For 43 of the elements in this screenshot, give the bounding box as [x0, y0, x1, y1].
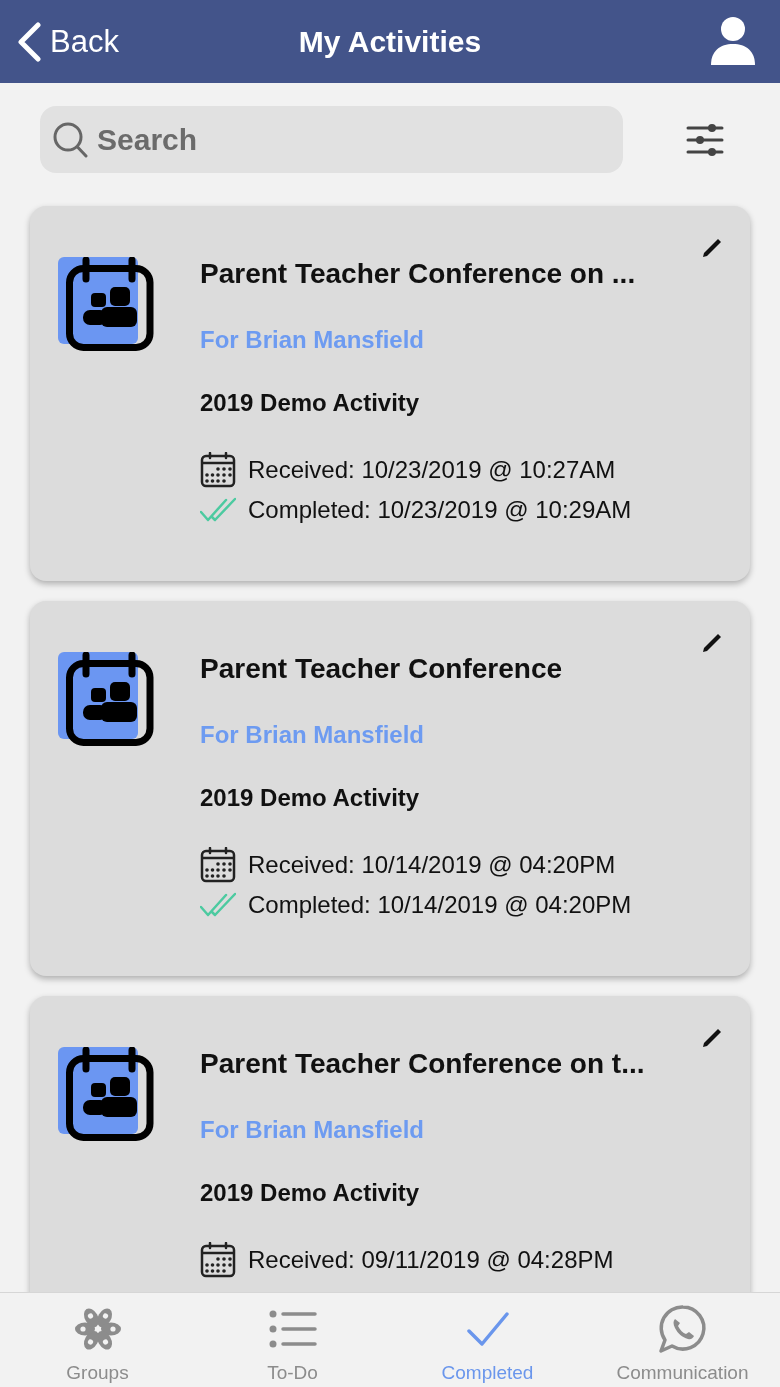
received-time: Received: 10/14/2019 @ 04:20PM: [248, 850, 616, 880]
activity-card[interactable]: Parent Teacher Conference on ... For Brian Mansfield 2019 Demo Activity Received: 10/23/2019 @ 10:27AM Completed: 10/23/2019 @ 10:29AM: [30, 206, 750, 581]
phone-bubble-icon: [657, 1304, 708, 1354]
received-time: Received: 09/11/2019 @ 04:28PM: [248, 1245, 614, 1275]
double-check-icon: [200, 497, 236, 523]
filter-button[interactable]: [686, 123, 724, 156]
calendar-icon: [200, 847, 236, 883]
list-icon: [268, 1309, 317, 1349]
edit-button[interactable]: [700, 236, 724, 260]
activity-name: 2019 Demo Activity: [200, 388, 420, 418]
recipient-name: For Brian Mansfield: [200, 325, 425, 355]
pencil-icon: [700, 236, 724, 260]
profile-button[interactable]: [710, 17, 756, 65]
received-time: Received: 10/23/2019 @ 10:27AM: [248, 455, 616, 485]
pencil-icon: [700, 631, 724, 655]
screen-title: My Activities: [298, 23, 482, 60]
calendar-people-icon: [58, 257, 154, 353]
calendar-people-icon: [58, 1047, 154, 1143]
search-icon: [53, 122, 88, 158]
chevron-left-icon: [16, 22, 42, 62]
checkmark-icon: [466, 1312, 509, 1346]
completed-time: Completed: 10/23/2019 @ 10:29AM: [248, 495, 632, 525]
calendar-icon: [200, 452, 236, 488]
calendar-people-icon: [58, 652, 154, 748]
user-icon: [710, 17, 756, 65]
pencil-icon: [700, 1026, 724, 1050]
activity-title: Parent Teacher Conference on ...: [200, 257, 636, 291]
activity-name: 2019 Demo Activity: [200, 783, 420, 813]
recipient-name: For Brian Mansfield: [200, 720, 425, 750]
completed-time: Completed: 10/14/2019 @ 04:20PM: [248, 890, 632, 920]
search-field[interactable]: Search: [40, 106, 623, 173]
activity-title: Parent Teacher Conference on t...: [200, 1047, 645, 1081]
edit-button[interactable]: [700, 1026, 724, 1050]
back-button[interactable]: Back: [16, 20, 119, 64]
calendar-icon: [200, 1242, 236, 1278]
activity-name: 2019 Demo Activity: [200, 1178, 420, 1208]
sliders-icon: [686, 123, 724, 156]
recipient-name: For Brian Mansfield: [200, 1115, 425, 1145]
activity-card[interactable]: Parent Teacher Conference For Brian Mansfield 2019 Demo Activity Received: 10/14/2019 @ 04:20PM Completed: 10/14/2019 @ 04:20PM: [30, 601, 750, 976]
double-check-icon: [200, 892, 236, 918]
activity-title: Parent Teacher Conference: [200, 652, 563, 686]
activity-card[interactable]: Parent Teacher Conference on t... For Brian Mansfield 2019 Demo Activity Received: 09/11/2019 @ 04:28PM: [30, 996, 750, 1292]
edit-button[interactable]: [700, 631, 724, 655]
